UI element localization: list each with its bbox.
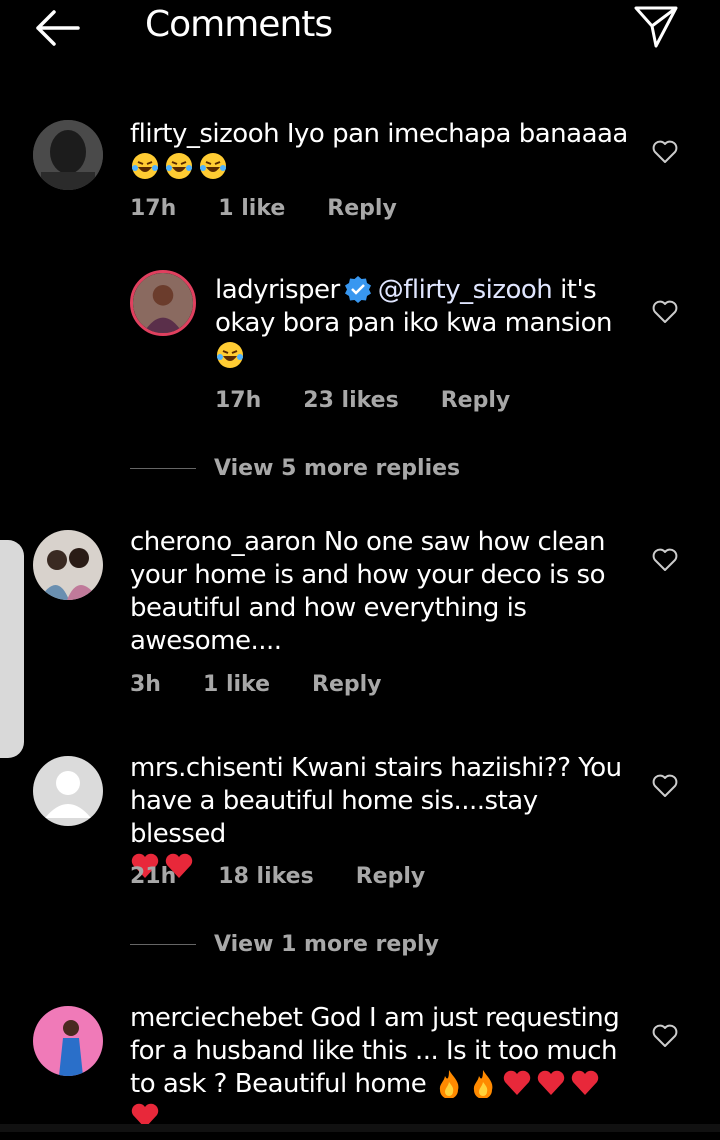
reply-button[interactable]: Reply: [312, 672, 382, 697]
divider-line: [130, 468, 196, 469]
heart-icon[interactable]: [652, 300, 678, 324]
timestamp: 17h: [215, 388, 262, 413]
verified-badge-icon: [344, 275, 372, 303]
comment-meta: 3h 1 like Reply: [130, 672, 424, 697]
username[interactable]: merciechebet: [130, 1003, 303, 1033]
view-more-label[interactable]: View 5 more replies: [214, 456, 460, 481]
comment-text: flirty_sizooh Iyo pan imechapa banaaaa: [130, 118, 630, 184]
reply-button[interactable]: Reply: [327, 196, 397, 221]
avatar[interactable]: [130, 270, 196, 336]
comment-text: ladyrisper @flirty_sizooh it's okay bora …: [215, 274, 635, 373]
comment-body: Iyo pan imechapa banaaaa: [286, 119, 629, 149]
view-more-replies-button[interactable]: View 1 more reply: [130, 932, 439, 957]
heart-icon[interactable]: [652, 774, 678, 798]
timestamp: 3h: [130, 672, 161, 697]
comment-text: merciechebet God I am just requesting fo…: [130, 1002, 630, 1134]
comment-meta: 21h 18 likes Reply: [130, 864, 467, 889]
comment-meta: 17h 23 likes Reply: [215, 388, 552, 413]
bottom-edge: [0, 1124, 720, 1132]
mention-link[interactable]: @flirty_sizooh: [378, 275, 553, 305]
view-more-label[interactable]: View 1 more reply: [214, 932, 439, 957]
like-count[interactable]: 1 like: [218, 196, 285, 221]
like-count[interactable]: 1 like: [203, 672, 270, 697]
header-bar: Comments: [0, 0, 720, 60]
fire-emoji-icon: [468, 1068, 498, 1099]
reply-button[interactable]: Reply: [441, 388, 511, 413]
red-heart-emoji-icon: [536, 1068, 566, 1098]
heart-icon[interactable]: [652, 1024, 678, 1048]
paper-plane-icon[interactable]: [630, 2, 682, 50]
laughing-emoji-icon: [130, 151, 160, 181]
laughing-emoji-icon: [215, 340, 245, 370]
red-heart-emoji-icon: [502, 1068, 532, 1098]
avatar[interactable]: [33, 120, 103, 190]
comment-text: cherono_aaron No one saw how clean your …: [130, 526, 630, 658]
avatar[interactable]: [33, 1006, 103, 1076]
reply-button[interactable]: Reply: [356, 864, 426, 889]
like-count[interactable]: 18 likes: [218, 864, 313, 889]
laughing-emoji-icon: [198, 151, 228, 181]
heart-icon[interactable]: [652, 140, 678, 164]
heart-icon[interactable]: [652, 548, 678, 572]
username[interactable]: mrs.chisenti: [130, 753, 284, 783]
timestamp: 21h: [130, 864, 177, 889]
view-more-replies-button[interactable]: View 5 more replies: [130, 456, 460, 481]
fire-emoji-icon: [434, 1068, 464, 1099]
page-title: Comments: [145, 4, 333, 45]
username[interactable]: ladyrisper: [215, 275, 340, 305]
arrow-left-icon[interactable]: [30, 6, 82, 50]
red-heart-emoji-icon: [570, 1068, 600, 1098]
timestamp: 17h: [130, 196, 177, 221]
comment-meta: 17h 1 like Reply: [130, 196, 439, 221]
avatar[interactable]: [33, 756, 103, 826]
laughing-emoji-icon: [164, 151, 194, 181]
like-count[interactable]: 23 likes: [303, 388, 398, 413]
username[interactable]: flirty_sizooh: [130, 119, 280, 149]
side-drawer-handle[interactable]: [0, 540, 24, 758]
username[interactable]: cherono_aaron: [130, 527, 317, 557]
divider-line: [130, 944, 196, 945]
avatar[interactable]: [33, 530, 103, 600]
